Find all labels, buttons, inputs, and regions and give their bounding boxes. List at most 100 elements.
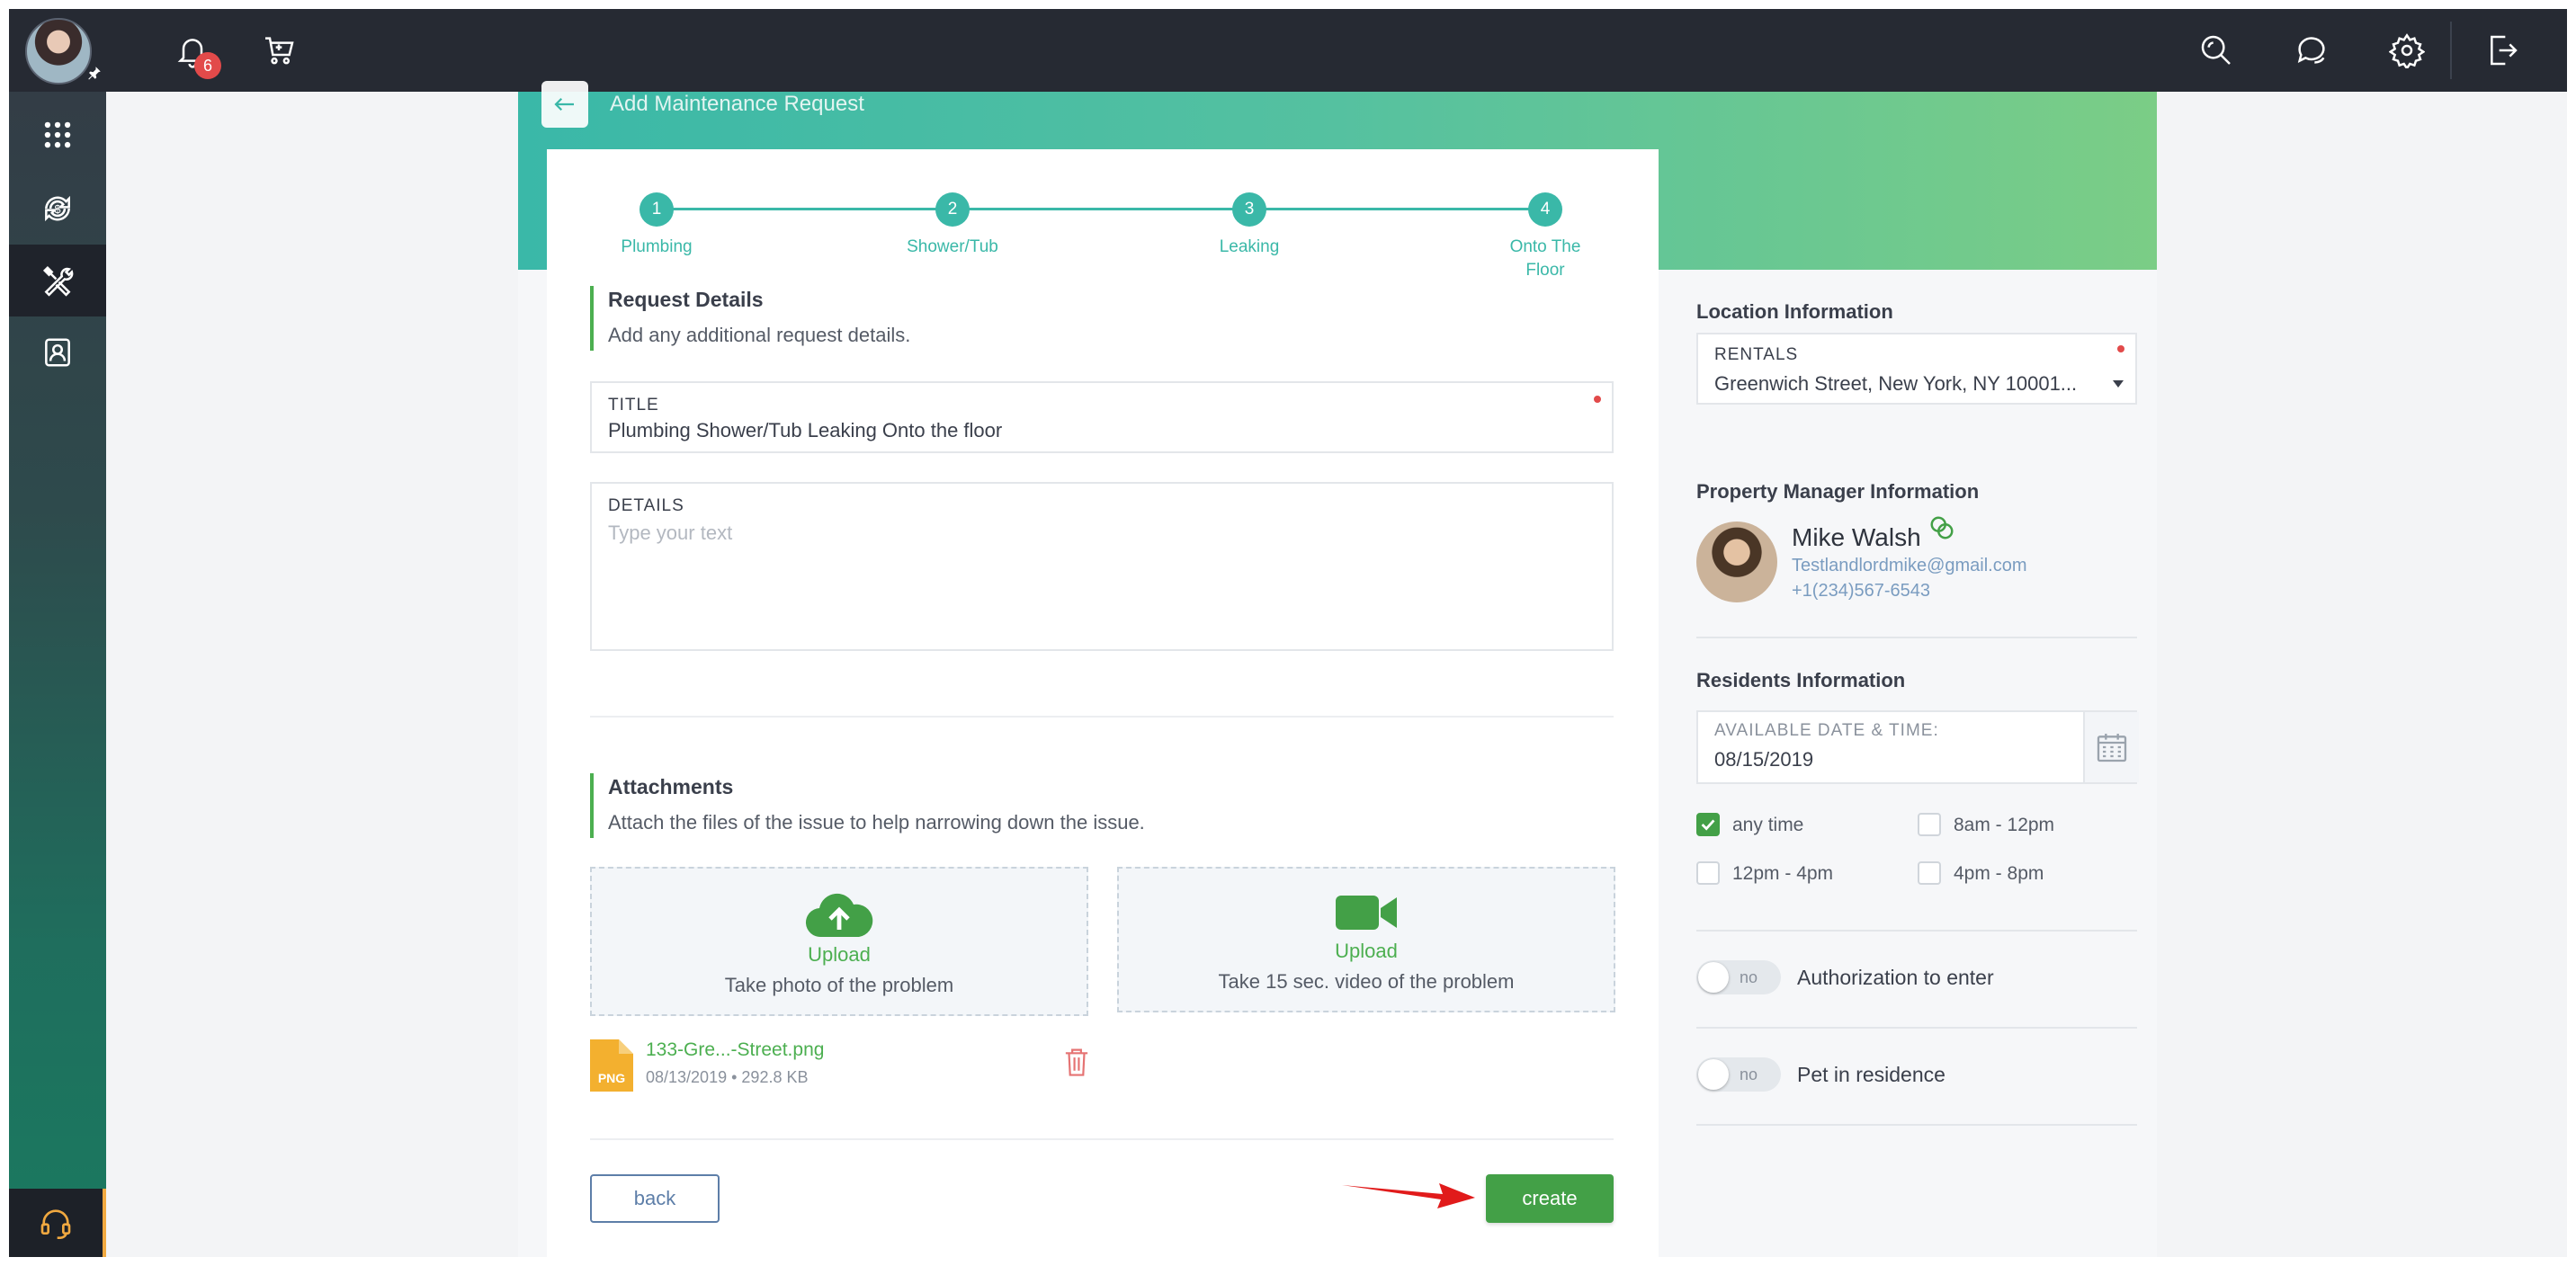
header-back-button[interactable]	[541, 81, 588, 128]
calendar-icon	[2097, 734, 2127, 762]
png-file-icon: PNG	[590, 1039, 633, 1092]
search-button[interactable]	[2195, 29, 2238, 72]
sidebar-item-maintenance[interactable]	[9, 245, 106, 316]
details-field-label: DETAILS	[608, 496, 684, 515]
trash-icon[interactable]	[1063, 1047, 1090, 1077]
link-icon[interactable]	[1928, 514, 1955, 541]
gear-icon	[2389, 33, 2425, 68]
manager-name: Mike Walsh	[1792, 523, 1921, 551]
manager-phone[interactable]: +1(234)567-6543	[1792, 581, 1930, 602]
tools-icon	[42, 265, 74, 297]
logout-button[interactable]	[2481, 29, 2524, 72]
divider	[590, 716, 1614, 718]
title-field-label: TITLE	[608, 396, 659, 415]
chat-icon	[2297, 37, 2325, 64]
check-icon	[1701, 819, 1715, 831]
manager-email[interactable]: Testlandlordmike@gmail.com	[1792, 556, 2027, 576]
step-2[interactable]: 2 Shower/Tub	[863, 192, 1042, 259]
notification-badge: 6	[194, 52, 221, 79]
user-avatar-area[interactable]	[9, 9, 106, 92]
checkbox-12pm-4pm[interactable]	[1696, 861, 1720, 885]
topbar-divider	[2450, 22, 2452, 79]
property-manager-title: Property Manager Information	[1696, 480, 1980, 503]
upload-photo-zone[interactable]: Upload Take photo of the problem	[590, 867, 1088, 1016]
arrow-left-icon	[554, 97, 574, 111]
upload-video-zone[interactable]: Upload Take 15 sec. video of the problem	[1117, 867, 1615, 1012]
title-field-value[interactable]: Plumbing Shower/Tub Leaking Onto the flo…	[608, 419, 1002, 442]
step-3[interactable]: 3 Leaking	[1159, 192, 1339, 259]
step-1[interactable]: 1 Plumbing	[567, 192, 747, 259]
step-label: Leaking	[1219, 237, 1280, 256]
support-button[interactable]	[9, 1189, 106, 1257]
avatar[interactable]	[25, 18, 92, 85]
divider	[1696, 1027, 2137, 1029]
toggle-state: no	[1740, 1065, 1758, 1083]
page-title: Add Maintenance Request	[610, 92, 864, 116]
authorization-label: Authorization to enter	[1797, 966, 1994, 989]
cloud-upload-icon	[805, 893, 873, 938]
divider	[590, 1138, 1614, 1140]
upload-video-title: Upload	[1335, 940, 1398, 962]
attachment-file-name[interactable]: 133-Gre...-Street.png	[646, 1039, 824, 1061]
date-label: AVAILABLE DATE & TIME:	[1714, 721, 1939, 740]
sidebar-item-payments[interactable]: $	[9, 173, 106, 245]
divider	[1696, 930, 2137, 932]
time-slot-label[interactable]: any time	[1732, 815, 1803, 836]
notifications-button[interactable]: 6	[171, 29, 221, 79]
sidebar-item-tenants[interactable]	[9, 316, 106, 388]
sidebar-item-apps[interactable]	[9, 99, 106, 171]
date-value[interactable]: 08/15/2019	[1714, 748, 1813, 771]
attachments-title: Attachments	[608, 775, 734, 798]
section-accent	[590, 773, 594, 838]
upload-video-subtitle: Take 15 sec. video of the problem	[1218, 970, 1515, 993]
rentals-select[interactable]: RENTALS Greenwich Street, New York, NY 1…	[1696, 333, 2137, 405]
step-label: Shower/Tub	[907, 237, 998, 256]
chat-button[interactable]	[2290, 29, 2333, 72]
rentals-value: Greenwich Street, New York, NY 10001...	[1714, 372, 2078, 395]
file-date: 08/13/2019	[646, 1068, 728, 1086]
step-number: 1	[640, 192, 674, 227]
available-date-field[interactable]: AVAILABLE DATE & TIME: 08/15/2019	[1696, 710, 2137, 784]
attachments-subtitle: Attach the files of the issue to help na…	[608, 811, 1145, 834]
contact-card-icon	[45, 338, 70, 367]
pin-icon[interactable]	[86, 65, 103, 81]
settings-button[interactable]	[2385, 29, 2428, 72]
pet-toggle[interactable]: no	[1696, 1057, 1781, 1092]
cart-icon	[265, 37, 294, 65]
time-slot-label[interactable]: 12pm - 4pm	[1732, 863, 1833, 885]
cart-button[interactable]	[257, 29, 300, 72]
step-4[interactable]: 4 Onto The Floor	[1455, 192, 1635, 282]
toggle-knob	[1698, 1059, 1729, 1090]
checkbox-any-time[interactable]	[1696, 813, 1720, 836]
search-icon	[2201, 35, 2231, 65]
divider	[1696, 637, 2137, 638]
create-button[interactable]: create	[1486, 1174, 1614, 1223]
attachment-file-meta: 08/13/2019 • 292.8 KB	[646, 1068, 808, 1087]
calendar-button[interactable]	[2083, 712, 2139, 782]
stepper-line	[657, 208, 1545, 210]
time-slot-label[interactable]: 8am - 12pm	[1954, 815, 2054, 836]
checkbox-4pm-8pm[interactable]	[1918, 861, 1941, 885]
dollar-cycle-icon: $	[45, 195, 70, 222]
top-bar: 6	[106, 9, 2567, 92]
required-indicator	[2117, 345, 2124, 352]
title-field[interactable]: TITLE Plumbing Shower/Tub Leaking Onto t…	[590, 381, 1614, 453]
time-slot-label[interactable]: 4pm - 8pm	[1954, 863, 2044, 885]
svg-text:PNG: PNG	[598, 1071, 625, 1085]
back-button[interactable]: back	[590, 1174, 720, 1223]
details-field[interactable]: DETAILS Type your text	[590, 482, 1614, 651]
location-title: Location Information	[1696, 300, 1893, 323]
step-label: Plumbing	[621, 237, 693, 256]
file-size: 292.8 KB	[741, 1068, 809, 1086]
toggle-knob	[1698, 962, 1729, 993]
step-number: 4	[1528, 192, 1562, 227]
authorization-toggle[interactable]: no	[1696, 960, 1781, 994]
red-arrow-annotation	[1342, 1183, 1475, 1208]
checkbox-8am-12pm[interactable]	[1918, 813, 1941, 836]
divider	[1696, 1124, 2137, 1126]
details-placeholder[interactable]: Type your text	[608, 522, 732, 545]
headset-icon	[40, 1209, 71, 1239]
sidebar: $	[9, 9, 106, 1257]
svg-text:$: $	[54, 203, 60, 216]
upload-photo-subtitle: Take photo of the problem	[724, 974, 954, 996]
